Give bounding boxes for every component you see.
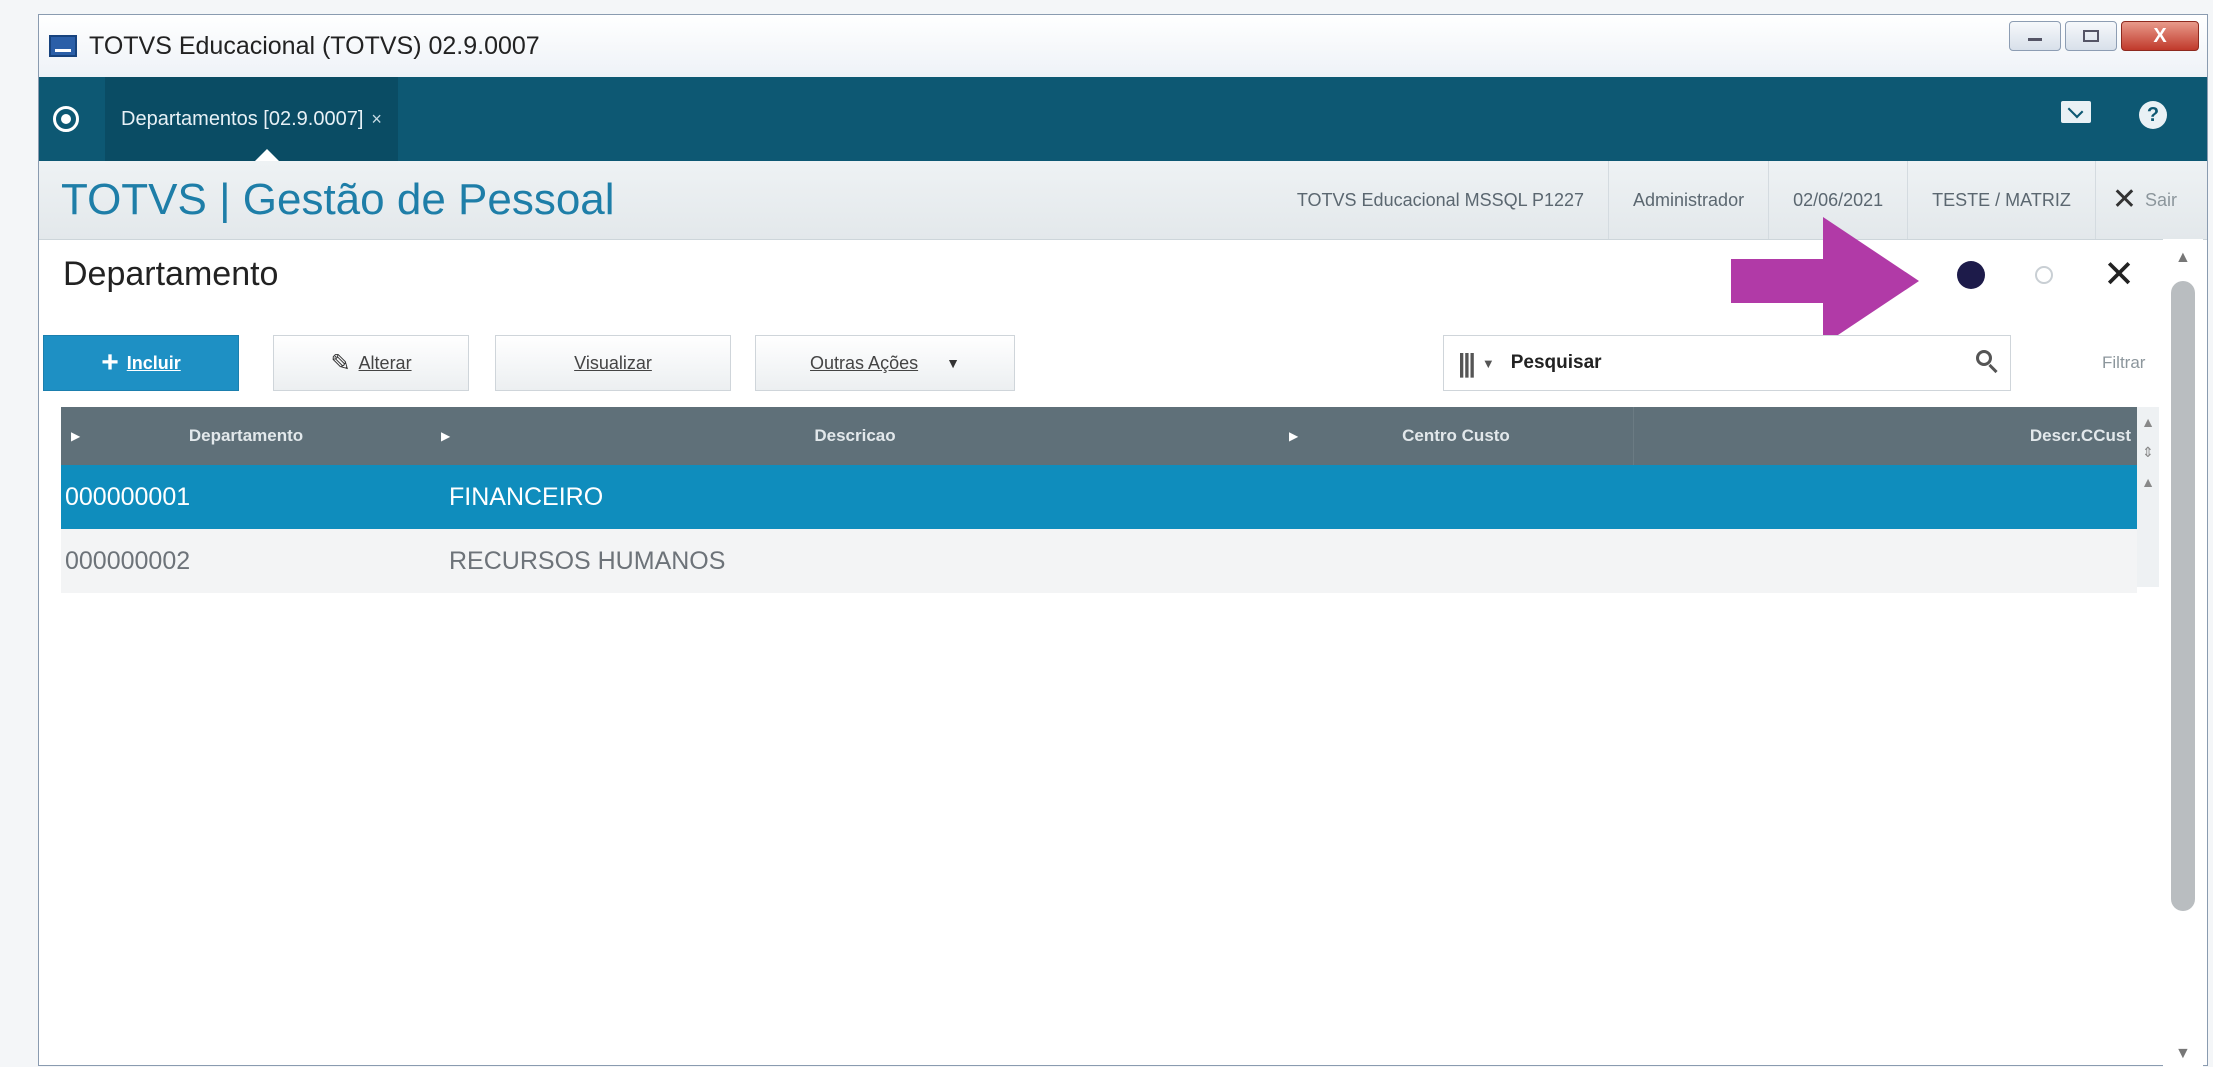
minimize-button[interactable] — [2009, 21, 2061, 51]
columns-icon[interactable]: ||| — [1458, 348, 1476, 379]
sort-arrow-icon: ▶ — [441, 429, 451, 443]
search-input[interactable] — [1508, 351, 1933, 375]
scroll-up-arrow-icon[interactable]: ▲ — [2175, 249, 2191, 267]
column-header-descr-ccusto[interactable]: Descr.CCust — [1633, 407, 2137, 465]
outras-acoes-button[interactable]: Outras Ações ▼ — [755, 335, 1015, 391]
panel-close-icon[interactable]: ✕ — [2103, 256, 2135, 294]
sort-arrow-icon: ▶ — [71, 429, 81, 443]
scroll-down-arrow-icon[interactable]: ▼ — [2175, 1045, 2191, 1063]
panel-controls: ✕ — [1957, 256, 2135, 294]
brand-title: TOTVS | Gestão de Pessoal — [61, 175, 615, 224]
incluir-button[interactable]: + Incluir — [43, 335, 239, 391]
annotation-arrow-icon — [1731, 217, 1919, 345]
table-row[interactable]: 000000002 RECURSOS HUMANOS — [61, 529, 2137, 593]
tab-bar: Departamentos [02.9.0007] × ? — [39, 77, 2207, 161]
tab-departamentos[interactable]: Departamentos [02.9.0007] × — [105, 77, 398, 161]
home-icon[interactable] — [53, 106, 79, 132]
tab-label: Departamentos [02.9.0007] — [121, 107, 364, 130]
window-controls: X — [2009, 21, 2199, 51]
sort-arrow-icon: ▶ — [1289, 429, 1299, 443]
table-scrollbar[interactable]: ▲ ⇕ ▲ — [2137, 407, 2159, 587]
page-title: Departamento — [63, 255, 279, 293]
tab-close-icon[interactable]: × — [371, 109, 382, 130]
inactive-view-dot-icon[interactable] — [2035, 266, 2054, 284]
plus-icon: + — [101, 346, 119, 379]
alterar-button[interactable]: ✎ Alterar — [273, 335, 469, 391]
app-window: TOTVS Educacional (TOTVS) 02.9.0007 X De… — [38, 14, 2208, 1067]
cell-descricao: FINANCEIRO — [449, 482, 604, 511]
app-icon — [49, 35, 77, 57]
scroll-top-icon[interactable]: ▲ — [2137, 407, 2159, 437]
outras-acoes-label: Outras Ações — [810, 352, 919, 373]
mail-icon[interactable] — [2061, 101, 2091, 123]
cell-departamento: 000000001 — [65, 482, 191, 511]
column-header-departamento[interactable]: ▶ Departamento — [61, 407, 431, 465]
panel-scrollbar[interactable]: ▲ ▼ — [2163, 239, 2203, 1067]
window-close-button[interactable]: X — [2121, 21, 2199, 51]
search-icon[interactable] — [1976, 350, 1992, 366]
exit-button[interactable]: ✕ Sair — [2094, 161, 2197, 239]
environment-label[interactable]: TOTVS Educacional MSSQL P1227 — [1273, 161, 1608, 239]
departments-table: ▶ Departamento ▶ Descricao ▶ Centro Cust… — [61, 407, 2137, 593]
alterar-label: Alterar — [358, 352, 412, 373]
visualizar-label: Visualizar — [574, 352, 652, 373]
column-header-centro-custo[interactable]: ▶ Centro Custo — [1279, 407, 1633, 465]
active-view-dot-icon[interactable] — [1957, 261, 1986, 289]
search-field[interactable]: ||| ▼ — [1443, 335, 2011, 391]
chevron-down-icon: ▼ — [946, 355, 960, 371]
cell-departamento: 000000002 — [65, 546, 191, 575]
incluir-label: Incluir — [126, 352, 181, 373]
help-icon[interactable]: ? — [2139, 101, 2167, 129]
branch-label[interactable]: TESTE / MATRIZ — [1907, 161, 2095, 239]
table-row[interactable]: 000000001 FINANCEIRO — [61, 465, 2137, 529]
columns-dropdown-icon[interactable]: ▼ — [1482, 356, 1495, 371]
window-titlebar: TOTVS Educacional (TOTVS) 02.9.0007 X — [39, 15, 2207, 77]
tabbar-actions: ? — [2061, 101, 2167, 129]
column-header-descricao[interactable]: ▶ Descricao — [431, 407, 1279, 465]
exit-icon: ✕ — [2111, 183, 2137, 216]
pencil-icon: ✎ — [330, 349, 351, 377]
window-title: TOTVS Educacional (TOTVS) 02.9.0007 — [89, 31, 540, 60]
visualizar-button[interactable]: Visualizar — [495, 335, 731, 391]
exit-label: Sair — [2144, 190, 2177, 210]
scrollbar-thumb[interactable] — [2171, 281, 2195, 911]
filter-link[interactable]: Filtrar — [2102, 353, 2145, 373]
table-header: ▶ Departamento ▶ Descricao ▶ Centro Cust… — [61, 407, 2137, 465]
scroll-page-icon[interactable]: ⇕ — [2137, 437, 2159, 467]
maximize-button[interactable] — [2065, 21, 2117, 51]
scroll-up-icon[interactable]: ▲ — [2137, 467, 2159, 497]
cell-descricao: RECURSOS HUMANOS — [449, 546, 726, 575]
